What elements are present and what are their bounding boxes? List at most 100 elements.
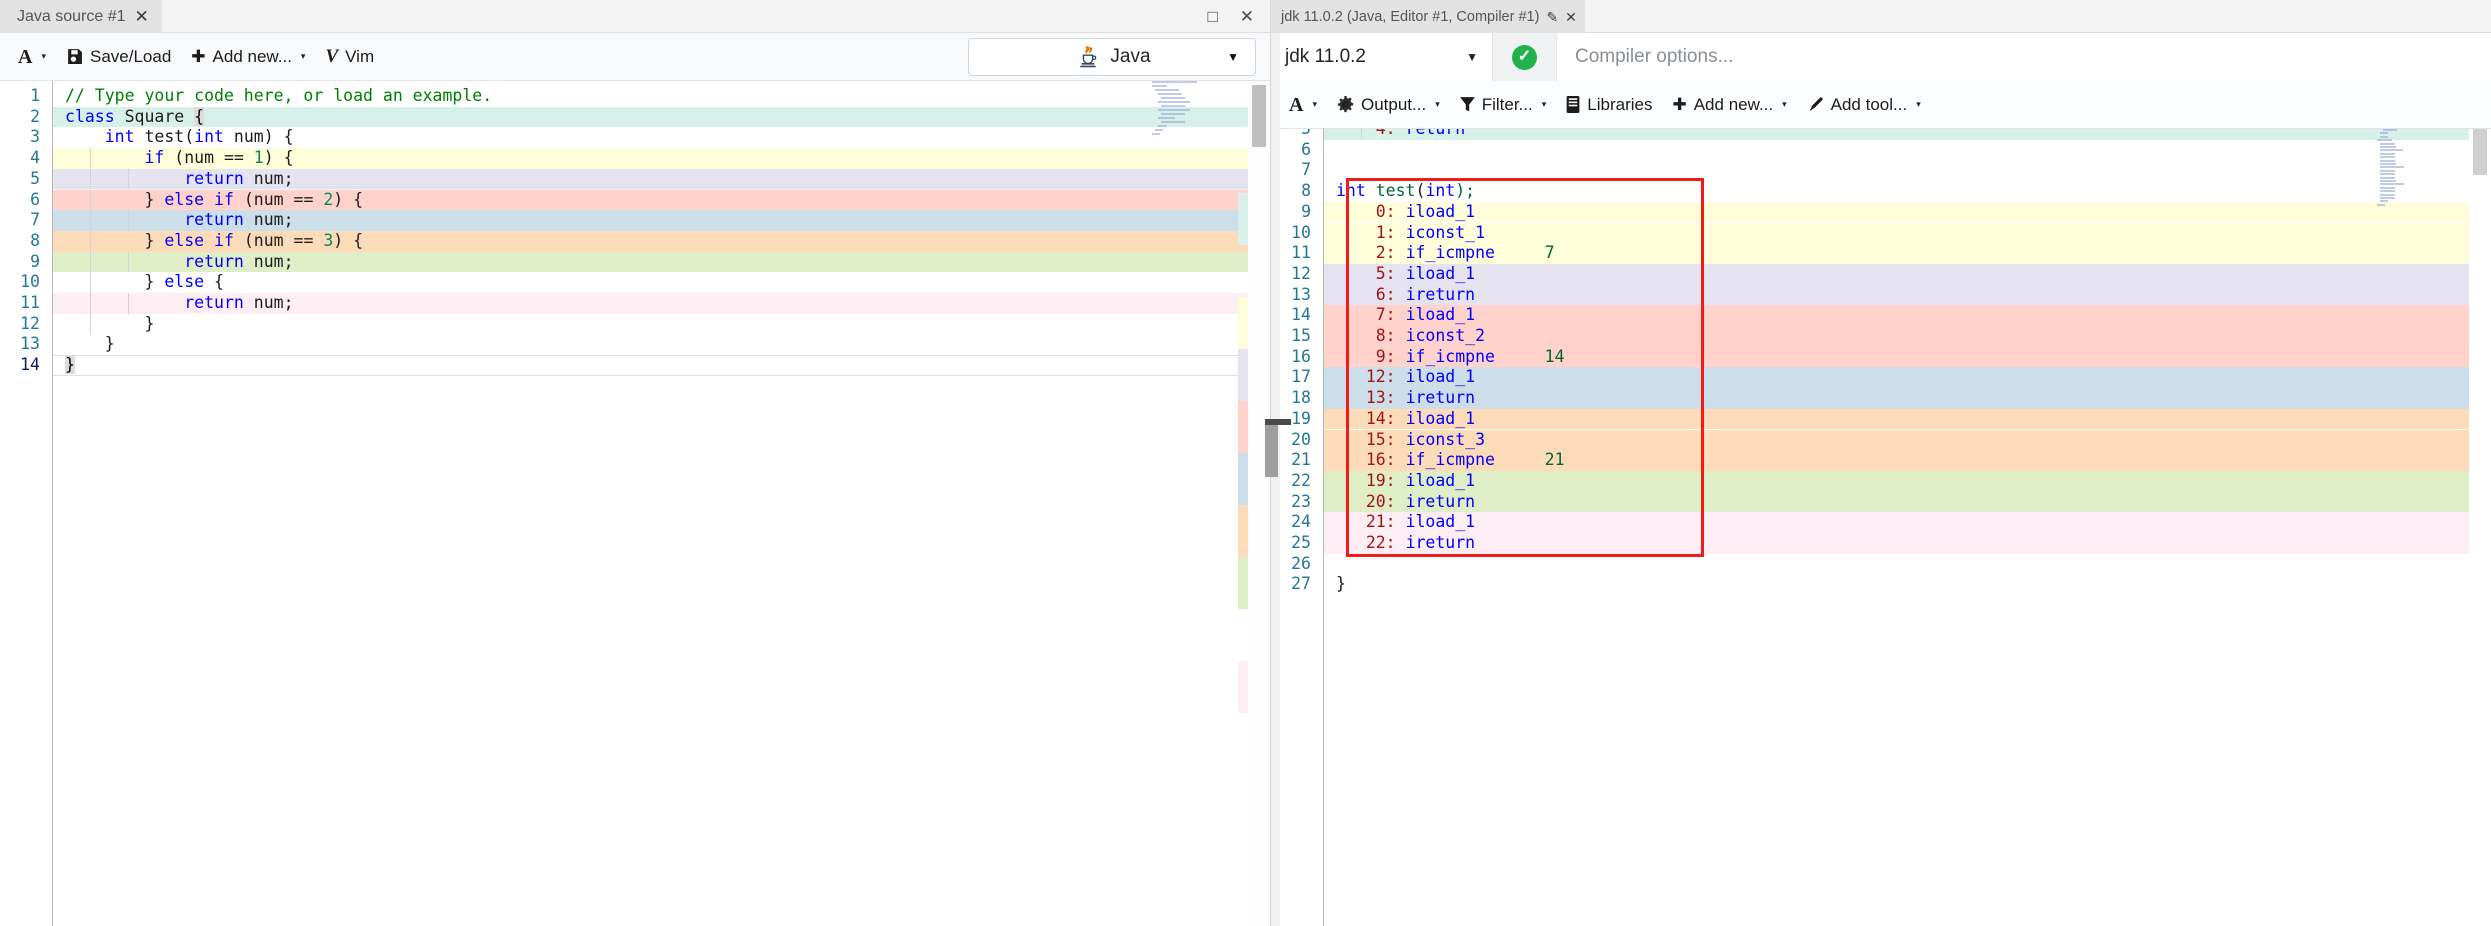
plus-icon: ✚ bbox=[191, 47, 206, 66]
code-line[interactable]: 6 } else if (num == 2) { bbox=[0, 189, 1270, 211]
maximize-icon[interactable]: □ bbox=[1207, 8, 1217, 25]
close-window-icon[interactable]: ✕ bbox=[1240, 8, 1254, 25]
code-line[interactable]: 24 21: iload_1 bbox=[1271, 512, 2491, 533]
chevron-down-icon: ▾ bbox=[1782, 99, 1787, 109]
tab-compiler-1[interactable]: jdk 11.0.2 (Java, Editor #1, Compiler #1… bbox=[1271, 0, 1585, 33]
font-size-button[interactable]: A ▾ bbox=[8, 42, 56, 72]
code-line[interactable]: 5 return num; bbox=[0, 168, 1270, 190]
scrollbar-thumb[interactable] bbox=[2473, 129, 2487, 175]
code-line[interactable]: 2 class Square { bbox=[0, 106, 1270, 128]
filter-button[interactable]: Filter... ▾ bbox=[1450, 90, 1557, 120]
code-line[interactable]: 20 15: iconst_3 bbox=[1271, 429, 2491, 451]
code-line[interactable]: 22 19: iload_1 bbox=[1271, 470, 2491, 492]
code-line[interactable]: 5 4: return bbox=[1271, 129, 2491, 140]
code-line[interactable]: 13 6: ireturn bbox=[1271, 284, 2491, 306]
indent-guide bbox=[128, 293, 129, 314]
code-line[interactable]: 14 7: iload_1 bbox=[1271, 305, 2491, 326]
code-line[interactable]: 16 9: if_icmpne 14 bbox=[1271, 346, 2491, 368]
edit-pencil-icon[interactable]: ✎ bbox=[1546, 10, 1558, 24]
add-new-button[interactable]: ✚ Add new... ▾ bbox=[181, 42, 315, 72]
output-button[interactable]: Output... ▾ bbox=[1327, 90, 1450, 120]
code-token: Square bbox=[124, 106, 185, 126]
line-number: 11 bbox=[20, 293, 40, 312]
code-line-text: } else { bbox=[52, 272, 1270, 293]
code-line[interactable]: 19 14: iload_1 bbox=[1271, 408, 2491, 430]
compile-status-badge[interactable]: ✓ bbox=[1493, 33, 1557, 81]
libraries-button[interactable]: Libraries bbox=[1556, 90, 1662, 120]
code-line-text bbox=[1323, 139, 2491, 161]
line-number: 13 bbox=[20, 334, 40, 354]
code-token: int bbox=[1336, 181, 1366, 201]
language-select[interactable]: Java ▼ bbox=[968, 38, 1256, 76]
code-line[interactable]: 17 12: iload_1 bbox=[1271, 367, 2491, 389]
code-line-text: 12: iload_1 bbox=[1323, 367, 2491, 389]
code-line[interactable]: 6 bbox=[1271, 139, 2491, 161]
code-token: 2 bbox=[323, 189, 334, 209]
output-vertical-scrollbar[interactable] bbox=[2469, 129, 2491, 926]
line-number: 10 bbox=[20, 272, 40, 292]
code-line[interactable]: 15 8: iconst_2 bbox=[1271, 326, 2491, 347]
code-line[interactable]: 7 return num; bbox=[0, 210, 1270, 231]
panel-divider[interactable] bbox=[1271, 33, 1280, 926]
code-line[interactable]: 7 bbox=[1271, 160, 2491, 182]
vim-button[interactable]: V Vim bbox=[315, 42, 384, 72]
code-line[interactable]: 21 16: if_icmpne 21 bbox=[1271, 450, 2491, 471]
code-line[interactable]: 26 bbox=[1271, 553, 2491, 575]
code-line[interactable]: 4 if (num == 1) { bbox=[0, 148, 1270, 169]
code-line[interactable]: 9 return num; bbox=[0, 251, 1270, 273]
code-token: 20: bbox=[1365, 491, 1396, 511]
code-line-text: return num; bbox=[52, 168, 1270, 190]
code-line[interactable]: 8 } else if (num == 3) { bbox=[0, 230, 1270, 252]
add-new-button[interactable]: ✚ Add new... ▾ bbox=[1662, 90, 1796, 120]
code-line[interactable]: 3 int test(int num) { bbox=[0, 127, 1270, 149]
font-size-button[interactable]: A ▾ bbox=[1279, 90, 1327, 120]
source-vertical-scrollbar[interactable] bbox=[1248, 81, 1270, 926]
code-line[interactable]: 12 } bbox=[0, 313, 1270, 335]
overview-ruler-mark bbox=[1238, 297, 1248, 349]
code-line[interactable]: 8 int test(int); bbox=[1271, 181, 2491, 202]
scrollbar-thumb[interactable] bbox=[1252, 85, 1266, 147]
source-code-lines[interactable]: 1 // Type your code here, or load an exam… bbox=[0, 81, 1270, 926]
close-icon[interactable]: ✕ bbox=[135, 8, 149, 25]
output-code-lines[interactable]: 5 4: return678int test(int);9 0: iload_1… bbox=[1271, 129, 2491, 926]
tab-java-source-1[interactable]: Java source #1 ✕ bbox=[0, 0, 162, 33]
compiler-select[interactable]: jdk 11.0.2 ▼ bbox=[1271, 33, 1493, 81]
code-line[interactable]: 10 } else { bbox=[0, 272, 1270, 293]
compiler-output-editor[interactable]: 5 4: return678int test(int);9 0: iload_1… bbox=[1271, 129, 2491, 926]
code-line[interactable]: 11 2: if_icmpne 7 bbox=[1271, 243, 2491, 264]
code-token: 8: bbox=[1375, 326, 1396, 345]
code-line[interactable]: 11 return num; bbox=[0, 293, 1270, 314]
code-line-text bbox=[1323, 553, 2491, 575]
code-line[interactable]: 9 0: iload_1 bbox=[1271, 201, 2491, 223]
panel-resize-handle[interactable] bbox=[1265, 419, 1291, 477]
code-line[interactable]: 10 1: iconst_1 bbox=[1271, 222, 2491, 244]
code-line[interactable]: 18 13: ireturn bbox=[1271, 388, 2491, 409]
save-load-button[interactable]: Save/Load bbox=[56, 42, 181, 72]
compiler-options-input[interactable] bbox=[1557, 33, 2491, 81]
code-line[interactable]: 13 } bbox=[0, 334, 1270, 356]
code-line[interactable]: 25 22: ireturn bbox=[1271, 533, 2491, 554]
source-code-editor[interactable]: 1 // Type your code here, or load an exam… bbox=[0, 81, 1270, 926]
code-line[interactable]: 23 20: ireturn bbox=[1271, 491, 2491, 513]
code-token: } bbox=[65, 230, 165, 250]
add-tool-button[interactable]: Add tool... ▾ bbox=[1797, 90, 1931, 120]
code-token: 16: bbox=[1365, 450, 1396, 470]
code-line[interactable]: 1 // Type your code here, or load an exam… bbox=[0, 86, 1270, 107]
code-line[interactable]: 14} bbox=[0, 355, 1270, 376]
close-icon[interactable]: ✕ bbox=[1565, 10, 1577, 24]
code-line[interactable]: 12 5: iload_1 bbox=[1271, 263, 2491, 285]
chevron-down-icon: ▾ bbox=[1435, 99, 1440, 109]
chevron-down-icon: ▼ bbox=[1466, 50, 1478, 64]
code-line[interactable]: 27} bbox=[1271, 574, 2491, 595]
